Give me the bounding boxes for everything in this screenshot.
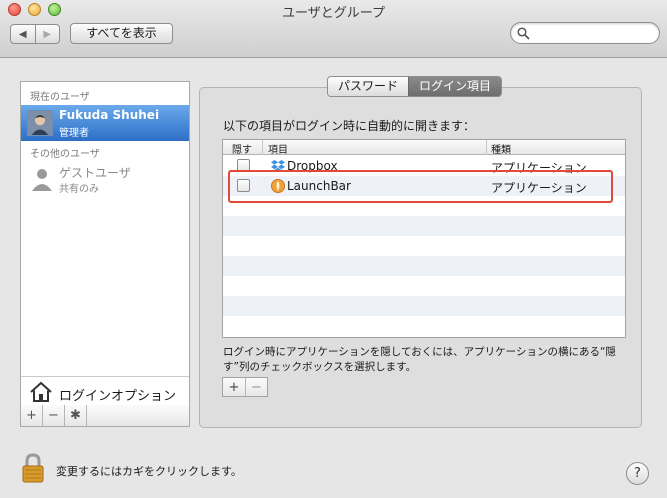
- table-header: 隠す 項目 種類: [223, 140, 625, 156]
- help-button[interactable]: ?: [626, 462, 649, 485]
- search-field[interactable]: [510, 22, 660, 44]
- login-items-table: 隠す 項目 種類 Dropbox アプリケーション LaunchBar アプリケ…: [222, 139, 626, 338]
- users-groups-window: ユーザとグループ ◀ ▶ すべてを表示 現在のユーザ Fukuda Shuhei…: [0, 0, 667, 498]
- add-login-item-button[interactable]: +: [223, 378, 245, 396]
- login-items-button-bar: + −: [222, 377, 268, 397]
- empty-row: [223, 256, 625, 276]
- back-button[interactable]: ◀: [11, 25, 35, 43]
- gear-icon: ✱: [70, 408, 81, 423]
- back-forward-control: ◀ ▶: [10, 24, 60, 44]
- action-gear-button[interactable]: ✱: [65, 405, 87, 426]
- guest-user-icon: [32, 169, 52, 191]
- sidebar-button-bar: + − ✱: [20, 405, 190, 427]
- current-user-header: 現在のユーザ: [30, 92, 90, 103]
- hide-hint-text: ログイン時にアプリケーションを隠しておくには、アプリケーションの横にある“隠す”…: [223, 346, 616, 373]
- avatar: [27, 110, 53, 136]
- login-items-intro: 以下の項目がログイン時に自動的に開きます：: [223, 119, 476, 133]
- window-title: ユーザとグループ: [282, 6, 385, 21]
- lock-status-text: 変更するにはカギをクリックします。: [56, 465, 242, 478]
- user-name: Fukuda Shuhei: [59, 108, 160, 122]
- user-name: ゲストユーザ: [59, 166, 131, 180]
- user-item-fukuda-shuhei[interactable]: Fukuda Shuhei 管理者: [21, 105, 189, 141]
- empty-row: [223, 236, 625, 256]
- empty-row: [223, 316, 625, 336]
- house-icon: [30, 381, 52, 402]
- empty-row: [223, 216, 625, 236]
- column-item[interactable]: 項目: [268, 141, 288, 156]
- user-role: 管理者: [59, 128, 89, 139]
- add-user-button[interactable]: +: [21, 405, 43, 426]
- user-role: 共有のみ: [59, 184, 99, 195]
- column-kind[interactable]: 種類: [491, 141, 511, 156]
- remove-user-button[interactable]: −: [43, 405, 65, 426]
- forward-button[interactable]: ▶: [34, 25, 60, 43]
- show-all-button[interactable]: すべてを表示: [70, 23, 173, 44]
- login-options-label: ログインオプション: [59, 389, 177, 404]
- remove-login-item-button[interactable]: −: [245, 378, 267, 396]
- tab-password[interactable]: パスワード: [328, 77, 409, 96]
- annotation-highlight-box: [228, 170, 613, 203]
- empty-row: [223, 296, 625, 316]
- user-item-guest[interactable]: ゲストユーザ 共有のみ: [21, 161, 189, 197]
- tab-bar: パスワード ログイン項目: [327, 76, 503, 97]
- user-list: 現在のユーザ Fukuda Shuhei 管理者 その他のユーザ ゲストユーザ …: [20, 81, 190, 406]
- column-hide[interactable]: 隠す: [232, 141, 252, 156]
- login-options-item[interactable]: ログインオプション: [21, 376, 189, 406]
- empty-row: [223, 276, 625, 296]
- other-users-header: その他のユーザ: [30, 149, 100, 160]
- search-icon: [517, 27, 530, 40]
- title-bar: ユーザとグループ ◀ ▶ すべてを表示: [0, 0, 667, 58]
- lock-icon[interactable]: [22, 453, 44, 483]
- tab-login-items[interactable]: ログイン項目: [408, 77, 502, 96]
